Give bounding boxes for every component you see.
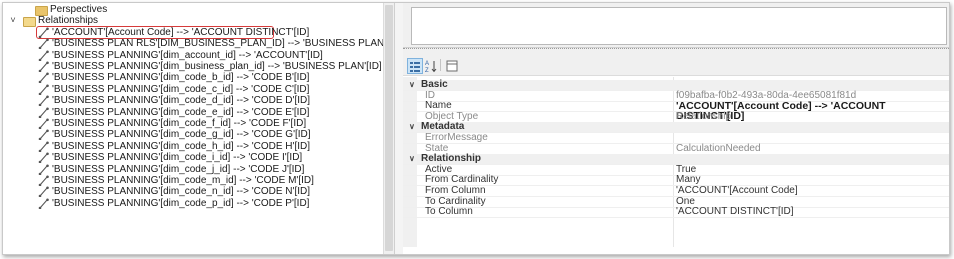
relationship-icon bbox=[38, 198, 50, 210]
property-category-label: Basic bbox=[421, 79, 448, 90]
tree-item-relationship[interactable]: 'BUSINESS PLANNING'[dim_code_c_id] --> '… bbox=[37, 83, 367, 96]
toolbar-separator bbox=[440, 59, 441, 71]
property-category-label: Relationship bbox=[421, 153, 482, 165]
tree-item-relationship[interactable]: 'BUSINESS PLANNING'[dim_code_d_id] --> '… bbox=[37, 95, 367, 107]
chevron-down-icon[interactable]: ∨ bbox=[409, 154, 415, 164]
tree-item-label: 'BUSINESS PLANNING'[dim_code_b_id] --> '… bbox=[52, 72, 310, 84]
tree-item-label: 'BUSINESS PLANNING'[dim_code_d_id] --> '… bbox=[52, 95, 310, 107]
tree-item-label: 'BUSINESS PLANNING'[dim_code_c_id] --> '… bbox=[52, 83, 310, 95]
property-value[interactable]: f09bafba-f0b2-493a-80da-4ee65081f81d bbox=[676, 90, 856, 101]
property-category-label: Metadata bbox=[421, 121, 465, 133]
tree-item-relationship[interactable]: 'BUSINESS PLANNING'[dim_business_plan_id… bbox=[37, 61, 382, 73]
relationship-icon bbox=[38, 129, 50, 141]
tree-item-relationship[interactable]: 'BUSINESS PLANNING'[dim_code_n_id] --> '… bbox=[37, 186, 367, 198]
tree-item-relationship[interactable]: 'BUSINESS PLANNING'[dim_code_f_id] --> '… bbox=[37, 118, 367, 130]
property-name: Object Type bbox=[425, 110, 479, 122]
property-name: From Column bbox=[425, 185, 486, 196]
property-name: To Column bbox=[425, 206, 473, 218]
property-pages-button[interactable] bbox=[444, 58, 460, 74]
tree-item-label: 'BUSINESS PLAN RLS'[DIM_BUSINESS_PLAN_ID… bbox=[52, 38, 383, 50]
property-name: ID bbox=[425, 89, 435, 101]
alphabetical-view-button[interactable]: A Z bbox=[423, 58, 439, 74]
svg-text:Z: Z bbox=[425, 68, 429, 73]
model-tree: Perspectives ˅ Relationships 'ACCOUNT'[Acco… bbox=[3, 3, 383, 254]
property-value[interactable]: Relationship bbox=[676, 111, 731, 122]
tree-item-relationship[interactable]: 'ACCOUNT'[Account Code] --> 'ACCOUNT DIS… bbox=[36, 25, 309, 39]
property-value[interactable]: 'ACCOUNT'[Account Code] bbox=[676, 186, 798, 196]
property-value[interactable]: True bbox=[676, 164, 696, 175]
tree-item-label: 'BUSINESS PLANNING'[dim_code_g_id] --> '… bbox=[52, 129, 311, 141]
property-pages-icon bbox=[446, 60, 458, 72]
tree-item-label: 'BUSINESS PLANNING'[dim_code_i_id] --> '… bbox=[52, 152, 303, 164]
app-window: Perspectives ˅ Relationships 'ACCOUNT'[Acco… bbox=[2, 2, 950, 255]
tree-item-folder[interactable]: Perspectives bbox=[21, 4, 221, 16]
property-name: Name bbox=[425, 100, 452, 112]
tree-item-label: Perspectives bbox=[50, 4, 108, 15]
relationship-icon bbox=[38, 152, 50, 164]
tree-item-relationship[interactable]: 'BUSINESS PLANNING'[dim_code_h_id] --> '… bbox=[37, 140, 367, 153]
tree-item-label: 'BUSINESS PLANNING'[dim_code_h_id] --> '… bbox=[52, 140, 310, 152]
property-row[interactable]: State CalculationNeeded bbox=[403, 142, 949, 155]
property-name: To Cardinality bbox=[425, 195, 486, 207]
tree-item-label: 'BUSINESS PLANNING'[dim_code_e_id] --> '… bbox=[52, 106, 310, 118]
folder-icon bbox=[23, 17, 36, 28]
chevron-down-icon[interactable]: ∨ bbox=[409, 80, 415, 90]
tree-item-label: 'BUSINESS PLANNING'[dim_code_m_id] --> '… bbox=[52, 175, 314, 186]
relationship-icon bbox=[38, 164, 50, 175]
tree-item-label: 'BUSINESS PLANNING'[dim_code_f_id] --> '… bbox=[52, 118, 307, 129]
tree-item-relationship[interactable]: 'BUSINESS PLANNING'[dim_code_p_id] --> '… bbox=[37, 197, 367, 210]
tree-item-label: 'BUSINESS PLANNING'[dim_code_j_id] --> '… bbox=[52, 163, 305, 175]
property-value[interactable]: CalculationNeeded bbox=[676, 143, 761, 154]
relationship-icon bbox=[38, 95, 50, 107]
tree-item-relationship[interactable]: 'BUSINESS PLANNING'[dim_code_m_id] --> '… bbox=[37, 175, 367, 187]
property-value[interactable]: 'ACCOUNT DISTINCT'[ID] bbox=[676, 207, 794, 217]
relationship-icon bbox=[38, 186, 50, 198]
tree-item-label: 'BUSINESS PLANNING'[dim_business_plan_id… bbox=[52, 61, 382, 72]
tree-item-label: Relationships bbox=[38, 15, 99, 27]
relationship-icon bbox=[38, 27, 50, 39]
tree-item-label: 'ACCOUNT'[Account Code] --> 'ACCOUNT DIS… bbox=[52, 26, 310, 38]
relationship-icon bbox=[38, 84, 50, 96]
property-value[interactable]: One bbox=[676, 196, 695, 207]
property-grid-toolbar: A Z bbox=[403, 55, 949, 76]
tree-item-label: 'BUSINESS PLANNING'[dim_code_n_id] --> '… bbox=[52, 186, 310, 198]
categorized-view-button[interactable] bbox=[407, 58, 423, 74]
tree-item-label: 'BUSINESS PLANNING'[dim_code_p_id] --> '… bbox=[52, 197, 310, 209]
tree-item-relationship[interactable]: 'BUSINESS PLANNING'[dim_code_g_id] --> '… bbox=[37, 129, 367, 141]
tree-item-relationship[interactable]: 'BUSINESS PLANNING'[dim_code_j_id] --> '… bbox=[37, 164, 367, 175]
relationship-icon bbox=[38, 50, 50, 61]
property-name: From Cardinality bbox=[425, 174, 499, 186]
tree-scrollbar-thumb[interactable] bbox=[385, 5, 393, 251]
chevron-down-icon[interactable]: ˅ bbox=[9, 15, 17, 26]
relationship-icon bbox=[38, 141, 50, 153]
tree-item-relationship[interactable]: 'BUSINESS PLANNING'[dim_code_e_id] --> '… bbox=[37, 107, 367, 118]
property-name: ErrorMessage bbox=[425, 132, 488, 143]
relationship-icon bbox=[38, 61, 50, 73]
svg-text:A: A bbox=[425, 61, 429, 67]
relationship-icon bbox=[38, 175, 50, 187]
tree-item-relationship[interactable]: 'BUSINESS PLANNING'[dim_code_i_id] --> '… bbox=[37, 152, 367, 164]
property-grid: ∨ Basic ID f09bafba-f0b2-493a-80da-4ee65081… bbox=[403, 77, 949, 254]
relationship-icon bbox=[38, 38, 50, 50]
tree-item-relationship[interactable]: 'BUSINESS PLANNING'[dim_account_id] --> … bbox=[37, 50, 367, 61]
tree-scrollbar[interactable] bbox=[383, 3, 394, 254]
expression-editor[interactable] bbox=[411, 7, 947, 45]
sort-alphabetical-icon: A Z bbox=[425, 61, 437, 74]
property-name: State bbox=[425, 142, 449, 154]
tree-item-relationship[interactable]: 'BUSINESS PLANNING'[dim_code_b_id] --> '… bbox=[37, 72, 367, 84]
right-pane: A Z ∨ Basic ID f09bafba-f0b2-493a-80da-4ee6… bbox=[403, 3, 949, 254]
relationship-icon bbox=[38, 118, 50, 130]
tree-item-label: 'BUSINESS PLANNING'[dim_account_id] --> … bbox=[52, 49, 323, 61]
categorized-icon bbox=[410, 62, 420, 72]
tree-item-folder[interactable]: ˅ Relationships bbox=[9, 15, 209, 28]
relationship-icon bbox=[38, 107, 50, 118]
relationship-icon bbox=[38, 72, 50, 84]
expression-editor-area bbox=[403, 3, 949, 48]
property-row[interactable]: To Column 'ACCOUNT DISTINCT'[ID] bbox=[403, 206, 949, 219]
property-name: Active bbox=[425, 163, 453, 175]
property-row[interactable]: Object Type Relationship bbox=[403, 110, 949, 123]
chevron-down-icon[interactable]: ∨ bbox=[409, 122, 415, 132]
tree-item-relationship[interactable]: 'BUSINESS PLAN RLS'[DIM_BUSINESS_PLAN_ID… bbox=[37, 38, 383, 50]
property-value[interactable]: Many bbox=[676, 175, 700, 185]
